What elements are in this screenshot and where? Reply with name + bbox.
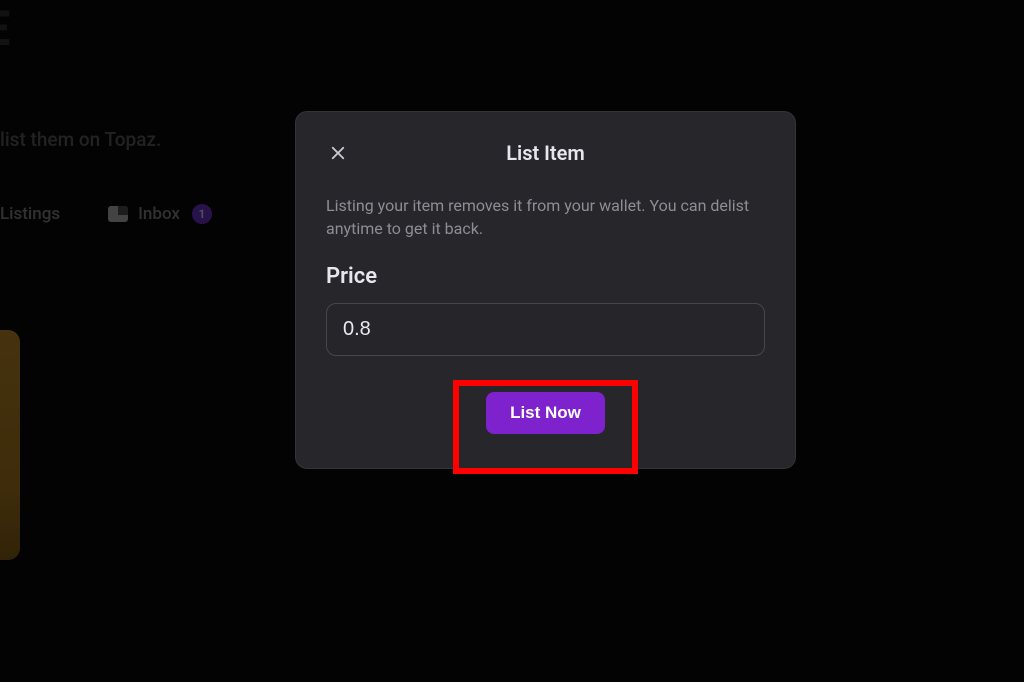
button-row: List Now <box>326 392 765 434</box>
price-input[interactable] <box>326 303 765 356</box>
list-now-button[interactable]: List Now <box>486 392 605 434</box>
modal-title: List Item <box>326 141 765 165</box>
close-icon <box>329 144 347 162</box>
close-button[interactable] <box>326 141 350 165</box>
list-item-modal: List Item Listing your item removes it f… <box>295 111 796 469</box>
modal-description: Listing your item removes it from your w… <box>326 194 765 240</box>
modal-header: List Item <box>326 140 765 166</box>
price-label: Price <box>326 264 765 289</box>
